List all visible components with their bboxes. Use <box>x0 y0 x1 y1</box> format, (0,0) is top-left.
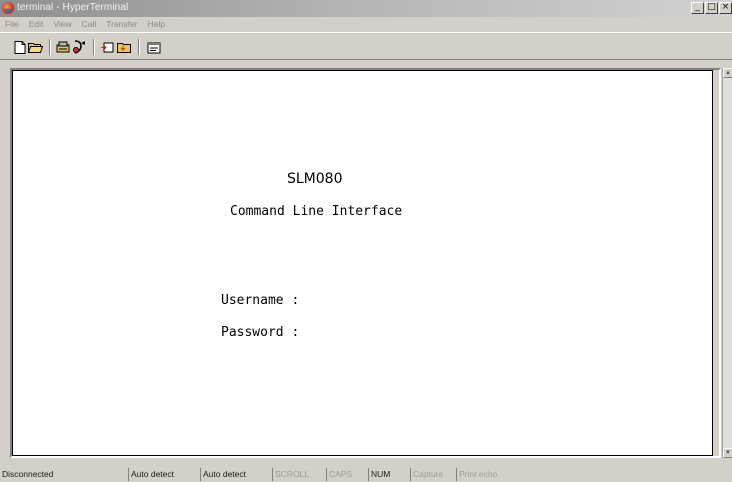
connect-icon[interactable] <box>56 40 71 54</box>
open-icon[interactable] <box>28 40 43 54</box>
properties-icon[interactable] <box>147 40 162 54</box>
status-scroll: SCROLL <box>272 468 324 481</box>
interface-subtitle: Command Line Interface <box>230 204 403 219</box>
password-prompt: Password : <box>221 325 300 340</box>
toolbar <box>0 32 732 60</box>
status-auto-detect-1: Auto detect <box>128 468 198 481</box>
menu-help[interactable]: Help <box>148 18 165 30</box>
window-title: terminal - HyperTerminal <box>17 2 129 13</box>
scroll-down-arrow-icon[interactable]: ▼ <box>723 448 732 458</box>
minimize-button[interactable]: _ <box>691 2 704 14</box>
status-auto-detect-2: Auto detect <box>200 468 270 481</box>
toolbar-separator <box>49 39 51 55</box>
toolbar-separator <box>93 39 95 55</box>
new-icon[interactable] <box>12 40 27 54</box>
status-num: NUM <box>368 468 408 481</box>
disconnect-icon[interactable] <box>72 40 87 54</box>
menu-view[interactable]: View <box>53 18 71 30</box>
username-prompt: Username : <box>221 293 300 308</box>
status-bar: Disconnected Auto detect Auto detect SCR… <box>0 466 732 482</box>
menu-bar: File Edit View Call Transfer Help <box>0 17 732 31</box>
hyperterminal-app-icon[interactable] <box>2 2 14 14</box>
menu-call[interactable]: Call <box>82 18 97 30</box>
status-connection: Disconnected <box>2 469 54 479</box>
menu-file[interactable]: File <box>5 18 19 30</box>
status-capture: Capture <box>410 468 454 481</box>
terminal-screen[interactable]: SLM080 Command Line Interface Username :… <box>12 70 713 456</box>
menu-edit[interactable]: Edit <box>29 18 44 30</box>
device-name: SLM080 <box>287 171 343 187</box>
toolbar-separator <box>138 39 140 55</box>
status-caps: CAPS <box>326 468 366 481</box>
hyperterminal-window: terminal - HyperTerminal _ □ × File Edit… <box>0 0 732 482</box>
send-icon[interactable] <box>101 40 116 54</box>
menu-transfer[interactable]: Transfer <box>106 18 137 30</box>
status-print-echo: Print echo <box>456 468 516 481</box>
receive-icon[interactable] <box>117 40 132 54</box>
vertical-scrollbar[interactable]: ▲ ▼ <box>722 68 732 458</box>
window-controls: _ □ × <box>691 2 732 15</box>
title-bar[interactable]: terminal - HyperTerminal _ □ × <box>0 0 732 17</box>
maximize-button[interactable]: □ <box>705 2 718 14</box>
scroll-up-arrow-icon[interactable]: ▲ <box>723 68 732 78</box>
close-button[interactable]: × <box>719 2 732 14</box>
